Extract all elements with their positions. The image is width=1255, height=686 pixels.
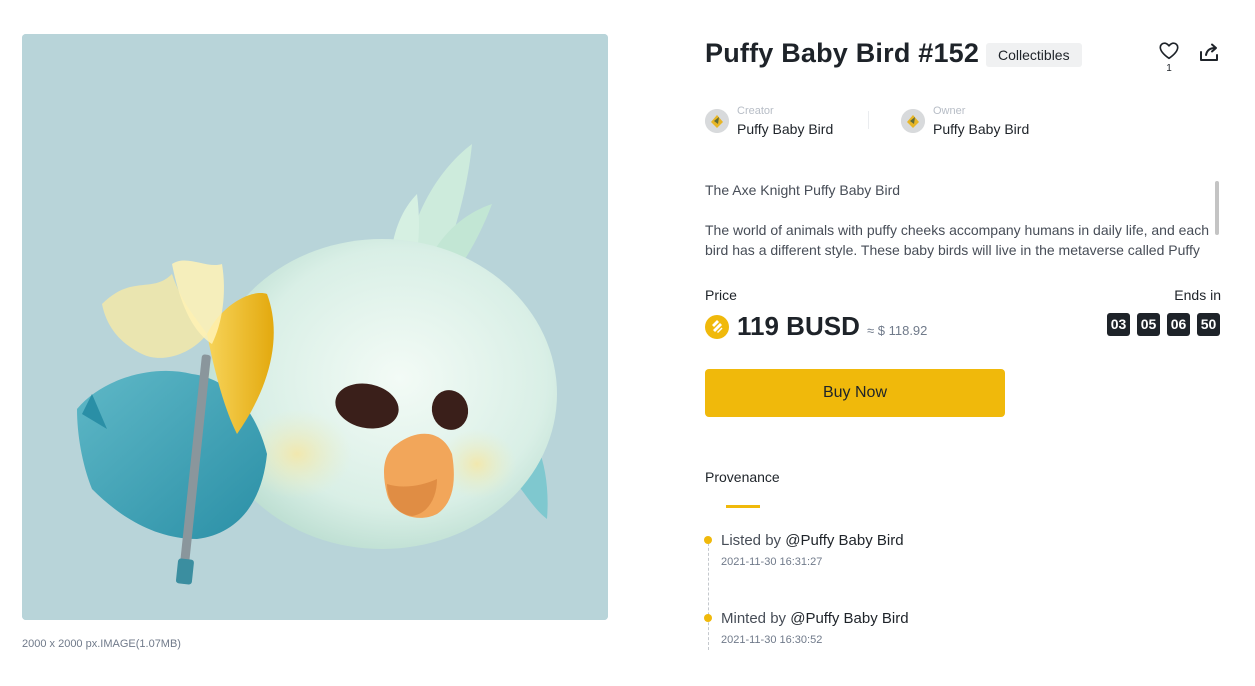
- creator-label: Creator: [737, 104, 774, 117]
- ends-in-label: Ends in: [1174, 287, 1221, 303]
- bird-illustration: [22, 34, 608, 620]
- event-action: Listed by: [721, 532, 782, 549]
- owner-avatar: [901, 109, 925, 133]
- owner-name[interactable]: Puffy Baby Bird: [933, 120, 1029, 138]
- countdown-timer: 03 05 06 50: [1107, 313, 1220, 336]
- like-button[interactable]: 1: [1157, 40, 1181, 76]
- price-label: Price: [705, 287, 737, 303]
- buy-now-button[interactable]: Buy Now: [705, 369, 1005, 417]
- creator-name[interactable]: Puffy Baby Bird: [737, 120, 833, 138]
- description-subtitle: The Axe Knight Puffy Baby Bird: [705, 182, 901, 198]
- timeline-dot: [704, 536, 712, 544]
- timeline-dot: [704, 614, 712, 622]
- timeline-event: Minted by @Puffy Baby Bird: [721, 610, 909, 627]
- owner-label: Owner: [933, 104, 966, 117]
- event-user[interactable]: @Puffy Baby Bird: [785, 532, 903, 549]
- share-icon: [1200, 43, 1218, 61]
- event-action: Minted by: [721, 610, 787, 627]
- share-button[interactable]: [1197, 40, 1221, 64]
- event-time: 2021-11-30 16:30:52: [721, 634, 823, 646]
- provenance-tab[interactable]: Provenance: [705, 469, 780, 485]
- creator-info[interactable]: Creator Puffy Baby Bird: [705, 103, 833, 139]
- timeline-event: Listed by @Puffy Baby Bird: [721, 532, 904, 549]
- image-size-info: 2000 x 2000 px.IMAGE(1.07MB): [22, 638, 181, 650]
- owner-info[interactable]: Owner Puffy Baby Bird: [901, 103, 1029, 139]
- nft-artwork[interactable]: [22, 34, 608, 620]
- event-user[interactable]: @Puffy Baby Bird: [790, 610, 908, 627]
- event-time: 2021-11-30 16:31:27: [721, 556, 823, 568]
- like-count: 1: [1166, 63, 1172, 74]
- description-box[interactable]: The Axe Knight Puffy Baby Bird The world…: [705, 180, 1225, 262]
- price-amount: 119 BUSD: [737, 311, 860, 341]
- divider: [868, 111, 869, 129]
- timeline-line: [708, 538, 709, 650]
- description-scrollbar[interactable]: [1215, 181, 1219, 235]
- heart-icon: [1159, 42, 1179, 60]
- nft-title: Puffy Baby Bird #152: [705, 38, 980, 68]
- price-usd: ≈ $ 118.92: [867, 323, 928, 338]
- busd-coin-icon: [705, 315, 729, 339]
- provenance-tab-indicator: [726, 505, 760, 508]
- creator-avatar: [705, 109, 729, 133]
- countdown-minutes: 06: [1167, 313, 1190, 336]
- countdown-seconds: 50: [1197, 313, 1220, 336]
- description-text: The world of animals with puffy cheeks a…: [705, 222, 1210, 258]
- category-badge[interactable]: Collectibles: [986, 43, 1082, 67]
- countdown-hours: 05: [1137, 313, 1160, 336]
- countdown-days: 03: [1107, 313, 1130, 336]
